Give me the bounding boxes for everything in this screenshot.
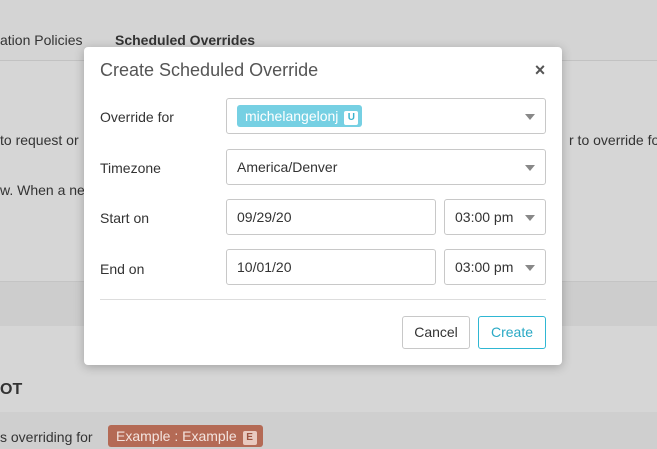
user-type-icon: U	[344, 111, 359, 125]
user-chip[interactable]: michelangelonj U	[237, 105, 363, 127]
start-date-input[interactable]: 09/29/20	[226, 199, 436, 235]
escalation-badge: Example : Example E	[108, 425, 263, 447]
cancel-button[interactable]: Cancel	[402, 316, 470, 349]
dialog-divider	[100, 299, 546, 300]
background-text: w. When a new	[0, 182, 95, 198]
start-on-label: Start on	[100, 210, 150, 226]
background-text: r to override fo	[569, 132, 657, 148]
chevron-down-icon[interactable]	[525, 215, 535, 221]
close-icon[interactable]: ×	[532, 60, 548, 80]
tab-scheduled-overrides[interactable]: Scheduled Overrides	[115, 32, 255, 48]
background-heading: OT	[0, 381, 23, 398]
end-date-input[interactable]: 10/01/20	[226, 249, 436, 285]
tab-escalation-policies[interactable]: ation Policies	[0, 32, 83, 48]
timezone-value: America/Denver	[237, 159, 338, 175]
end-date-value: 10/01/20	[237, 259, 292, 275]
escalation-type-icon: E	[242, 431, 257, 445]
chevron-down-icon[interactable]	[525, 114, 535, 120]
timezone-select[interactable]: America/Denver	[226, 149, 546, 185]
background-text: to request or	[0, 132, 79, 148]
create-scheduled-override-dialog: Create Scheduled Override × Override for…	[84, 47, 562, 365]
end-time-select[interactable]: 03:00 pm	[444, 249, 546, 285]
timezone-label: Timezone	[100, 160, 161, 176]
background-row	[0, 412, 657, 449]
start-time-value: 03:00 pm	[455, 209, 514, 225]
start-time-select[interactable]: 03:00 pm	[444, 199, 546, 235]
chevron-down-icon[interactable]	[525, 265, 535, 271]
background-row-text: s overriding for	[0, 429, 93, 445]
create-button[interactable]: Create	[478, 316, 546, 349]
override-for-select[interactable]: michelangelonj U	[226, 98, 546, 134]
chevron-down-icon[interactable]	[525, 165, 535, 171]
end-time-value: 03:00 pm	[455, 259, 514, 275]
escalation-badge-label: Example : Example	[116, 428, 237, 444]
end-on-label: End on	[100, 261, 145, 277]
override-for-label: Override for	[100, 109, 174, 125]
dialog-title: Create Scheduled Override	[100, 60, 319, 80]
start-date-value: 09/29/20	[237, 209, 292, 225]
user-chip-label: michelangelonj	[245, 108, 339, 124]
